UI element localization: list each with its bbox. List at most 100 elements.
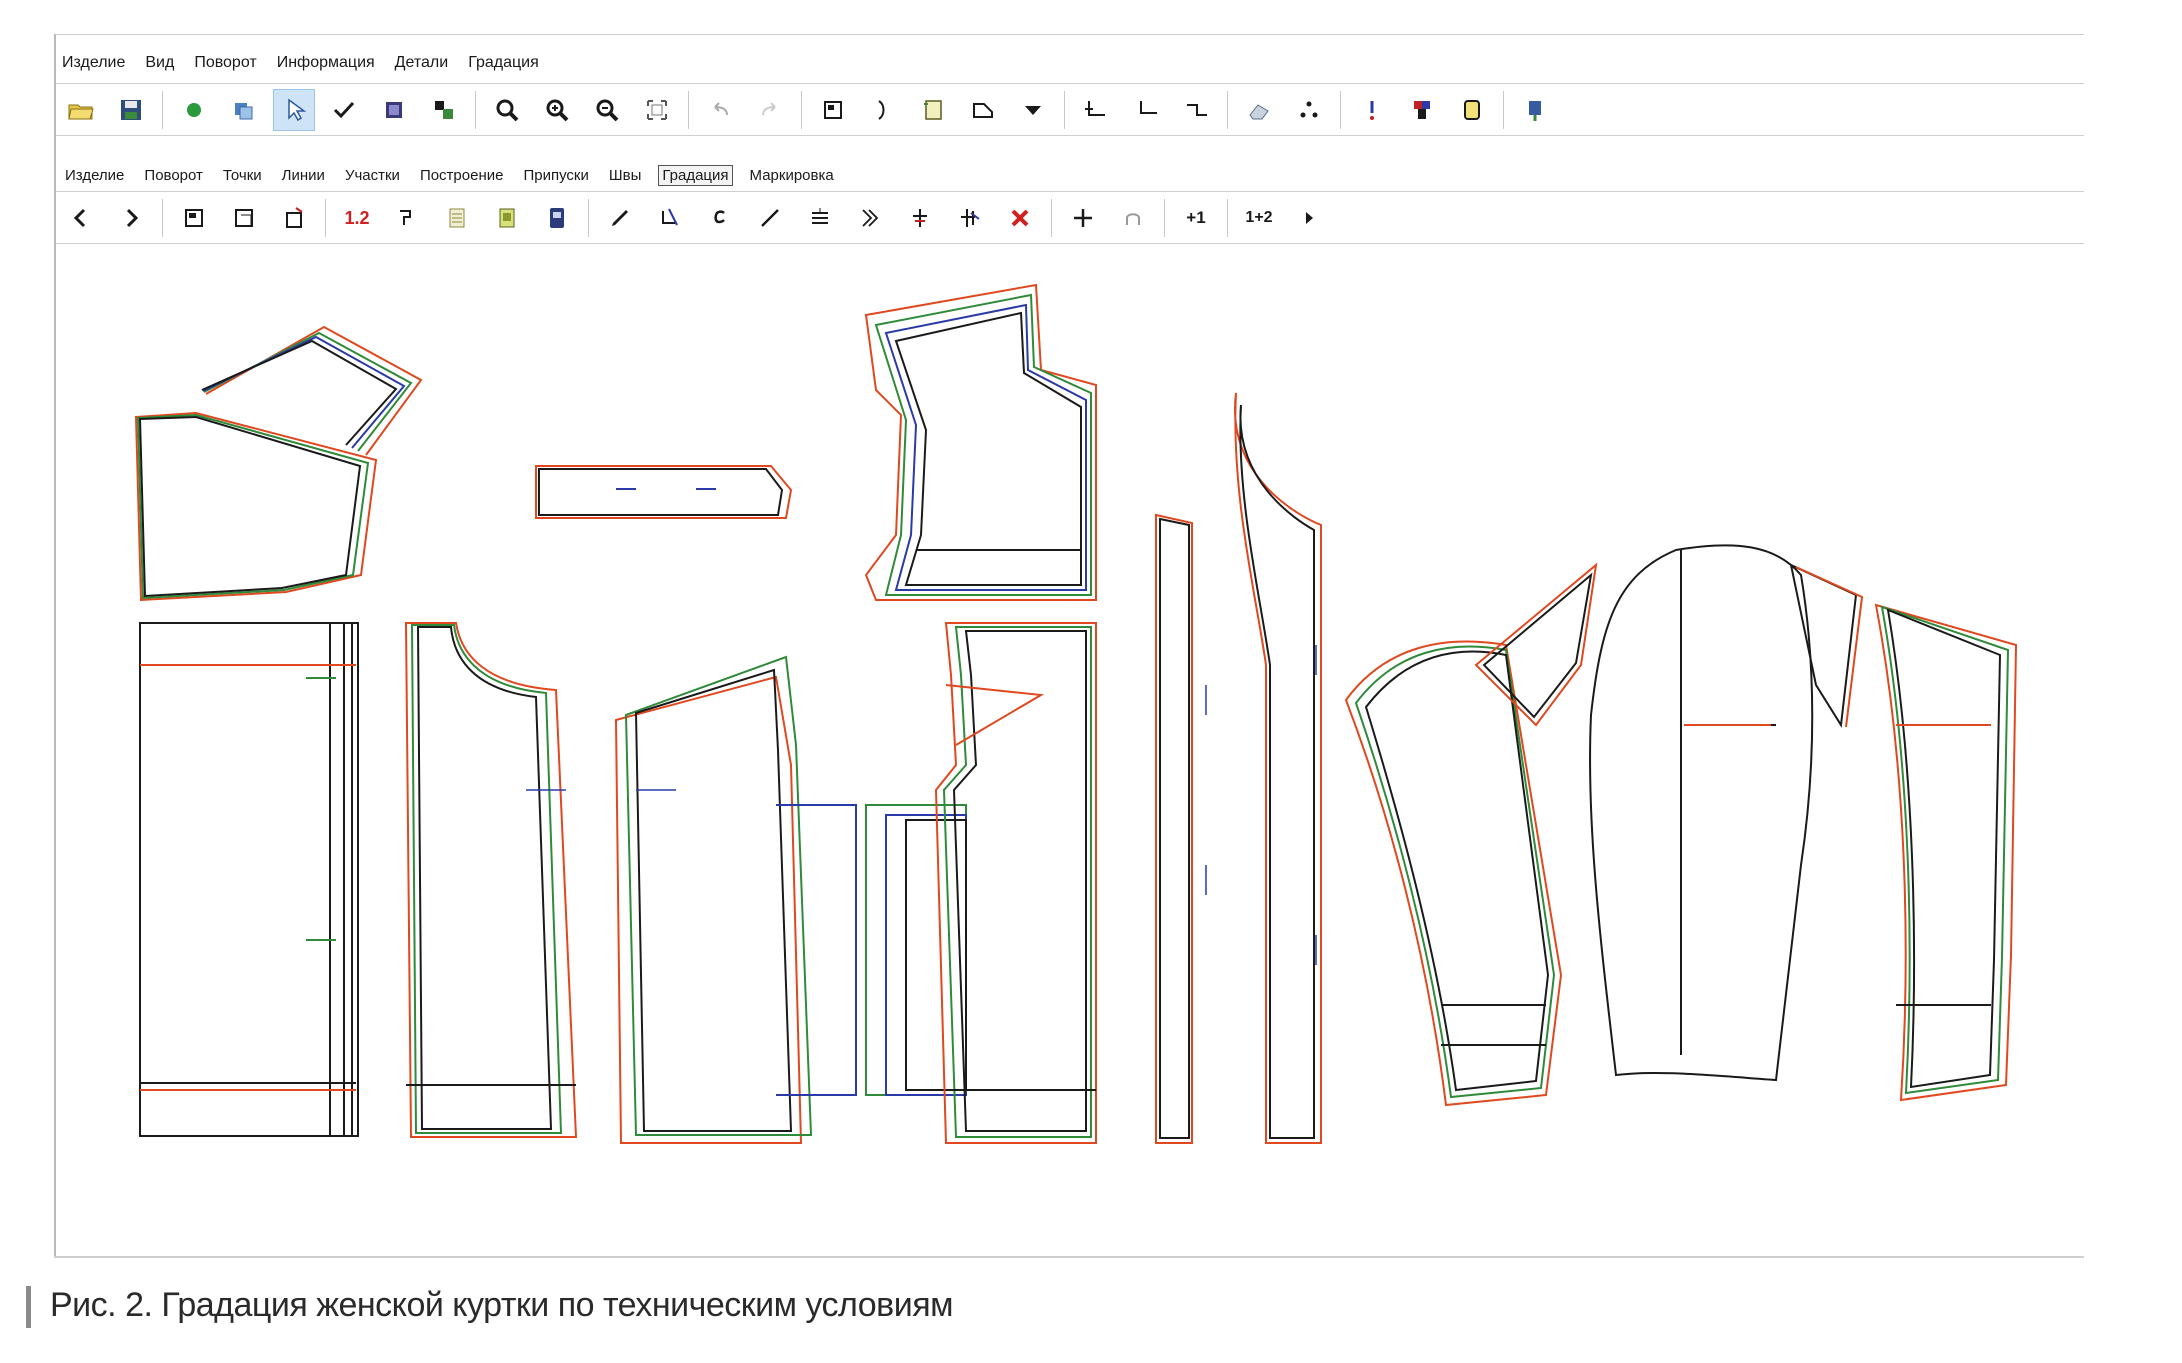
eraser-button[interactable] [1238, 89, 1280, 131]
menu-item-rotate[interactable]: Поворот [194, 54, 256, 72]
pattern-placket[interactable] [1155, 513, 1193, 1144]
points-button[interactable] [1288, 89, 1330, 131]
open-folder-icon [68, 104, 94, 120]
plus-one-button[interactable]: +1 [1175, 197, 1217, 239]
shape-icon [973, 103, 993, 118]
save-icon [121, 100, 141, 120]
pattern-yoke[interactable] [864, 283, 1097, 601]
select-pointer-button[interactable] [273, 89, 315, 131]
pattern-collar[interactable] [201, 325, 423, 456]
pattern-upper-collar[interactable] [134, 411, 378, 602]
shape-button[interactable] [962, 89, 1004, 131]
size-step-button[interactable]: 1.2 [336, 197, 378, 239]
frame-icon [386, 102, 402, 118]
check-button[interactable] [323, 89, 365, 131]
database-button[interactable] [1451, 89, 1493, 131]
new-detail-button[interactable] [912, 89, 954, 131]
c-tool-button[interactable] [699, 197, 741, 239]
menu-bar: Изделие Вид Поворот Информация Детали Гр… [56, 43, 2084, 83]
layers-icon [235, 103, 253, 120]
dropdown-button[interactable] [1012, 89, 1054, 131]
zoom-button[interactable] [486, 89, 528, 131]
grade-rule-button[interactable] [386, 197, 428, 239]
fit-view-button[interactable] [636, 89, 678, 131]
pattern-canvas[interactable] [56, 245, 2084, 1255]
tab-lines[interactable]: Линии [279, 166, 328, 185]
frame-button[interactable] [373, 89, 415, 131]
pattern-side-gusset[interactable] [1789, 563, 1864, 728]
zoom-in-button[interactable] [536, 89, 578, 131]
tab-points[interactable]: Точки [220, 166, 265, 185]
pattern-pocket-bag[interactable] [865, 804, 967, 1096]
device-button[interactable] [536, 197, 578, 239]
point-edit-icon [662, 208, 678, 226]
tab-product[interactable]: Изделие [62, 166, 127, 185]
frame-bottom-line [54, 1256, 2084, 1258]
zoom-in-icon [546, 99, 569, 122]
menu-item-details[interactable]: Детали [395, 54, 449, 72]
pattern-back-panel[interactable] [139, 622, 359, 1137]
tab-allowances[interactable]: Припуски [520, 166, 591, 185]
tab-seams[interactable]: Швы [606, 166, 645, 185]
double-chevron-button[interactable] [849, 197, 891, 239]
checkmark-icon [333, 101, 355, 119]
layers-button[interactable] [223, 89, 265, 131]
delete-button[interactable] [999, 197, 1041, 239]
palette-button[interactable] [1401, 89, 1443, 131]
export-button[interactable] [1514, 89, 1556, 131]
menu-item-view[interactable]: Вид [145, 54, 174, 72]
point-edit-button[interactable] [649, 197, 691, 239]
angle-tool-2-button[interactable] [1125, 89, 1167, 131]
table-button[interactable] [436, 197, 478, 239]
pattern-sleeve-right[interactable] [1874, 603, 2018, 1102]
multi-cross-button[interactable] [949, 197, 991, 239]
close-icon [1011, 209, 1029, 227]
open-folder-button[interactable] [60, 89, 102, 131]
redo-button[interactable] [749, 89, 791, 131]
copy-detail-button[interactable] [812, 89, 854, 131]
tab-construction[interactable]: Построение [417, 166, 507, 185]
prev-button[interactable] [60, 197, 102, 239]
info-button[interactable] [1351, 89, 1393, 131]
tab-segments[interactable]: Участки [342, 166, 403, 185]
tab-rotate[interactable]: Поворот [141, 166, 206, 185]
text-align-icon [812, 208, 828, 224]
pattern-sleeve-top[interactable] [1589, 544, 1814, 1082]
menu-item-product[interactable]: Изделие [62, 54, 125, 72]
pattern-side-back[interactable] [404, 622, 578, 1138]
cross-point-button[interactable] [899, 197, 941, 239]
toolbar-separator [801, 91, 802, 129]
pattern-facing[interactable] [1234, 392, 1322, 1144]
angle-tool-3-button[interactable] [1175, 89, 1217, 131]
add-point-button[interactable] [1062, 197, 1104, 239]
tab-grading[interactable]: Градация [658, 164, 733, 186]
menu-item-grading[interactable]: Градация [468, 54, 539, 72]
arc-button[interactable] [862, 89, 904, 131]
separator [56, 135, 2084, 136]
angle-tool-1-button[interactable] [1075, 89, 1117, 131]
one-plus-two-button[interactable]: 1+2 [1238, 197, 1280, 239]
next-button[interactable] [110, 197, 152, 239]
grade-rule-icon [400, 210, 411, 225]
detail-paste-button[interactable] [223, 197, 265, 239]
group-button[interactable] [423, 89, 465, 131]
zoom-out-button[interactable] [586, 89, 628, 131]
pattern-gusset[interactable] [1474, 562, 1598, 727]
pattern-front-panel[interactable] [934, 622, 1097, 1144]
table-edit-button[interactable] [486, 197, 528, 239]
pattern-pocket-flap[interactable] [535, 465, 793, 519]
menu-item-info[interactable]: Информация [277, 54, 375, 72]
tab-marking[interactable]: Маркировка [747, 166, 837, 185]
notch-button[interactable] [1112, 197, 1154, 239]
pattern-front-side[interactable] [614, 655, 857, 1144]
text-align-button[interactable] [799, 197, 841, 239]
undo-button[interactable] [699, 89, 741, 131]
detail-copy-button[interactable] [173, 197, 215, 239]
save-button[interactable] [110, 89, 152, 131]
play-button[interactable] [1288, 197, 1330, 239]
record-button[interactable] [173, 89, 215, 131]
detail-delete-button[interactable] [273, 197, 315, 239]
pencil-button[interactable] [599, 197, 641, 239]
device-icon [550, 208, 564, 228]
line-button[interactable] [749, 197, 791, 239]
